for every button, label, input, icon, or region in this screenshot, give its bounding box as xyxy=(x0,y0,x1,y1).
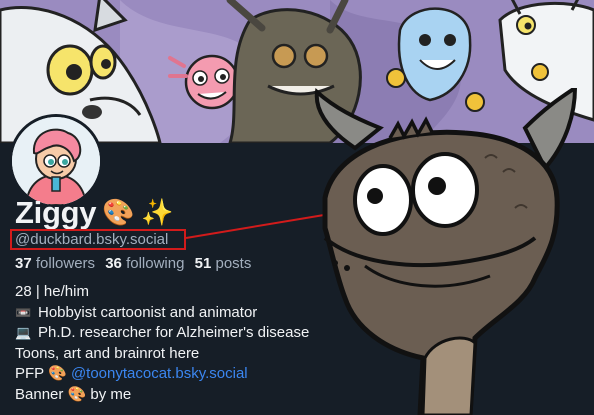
bio-prefix: Banner xyxy=(15,385,64,403)
name-emojis: 🎨 ✨ xyxy=(102,197,174,227)
display-name: Ziggy 🎨 ✨ xyxy=(15,194,174,231)
bio-line: PFP 🎨 @toonytacocat.bsky.social xyxy=(15,364,309,385)
palette-icon: 🎨 xyxy=(67,385,87,403)
bio-prefix: PFP xyxy=(15,365,44,382)
bio-line: 📼 Hobbyist cartoonist and animator xyxy=(15,303,309,324)
bio-line: Toons, art and brainrot here xyxy=(15,344,200,362)
following-label: following xyxy=(126,255,185,272)
bio-suffix: by me xyxy=(90,385,132,403)
laptop-icon: 💻 xyxy=(15,325,32,340)
following-link[interactable]: 36 following xyxy=(105,255,184,272)
bio-line-text: Ph.D. researcher for Alzheimer's disease xyxy=(38,324,310,341)
posts-stat: 51 posts xyxy=(195,255,252,272)
bio-line: 28 | he/him xyxy=(15,283,89,300)
bio-line: Banner 🎨 by me xyxy=(15,385,309,406)
profile-stats: 37 followers 36 following 51 posts xyxy=(15,254,251,274)
display-name-text: Ziggy xyxy=(15,195,97,230)
profile-handle[interactable]: @duckbard.bsky.social xyxy=(15,230,168,249)
followers-label: followers xyxy=(35,255,96,272)
followers-link[interactable]: 37 followers xyxy=(15,255,95,272)
bio-line-text: Hobbyist cartoonist and animator xyxy=(38,303,258,321)
videocassette-icon: 📼 xyxy=(15,304,32,320)
posts-count: 51 xyxy=(194,255,212,272)
following-count: 36 xyxy=(105,255,122,272)
bio-line: 💻 Ph.D. researcher for Alzheimer's diseas… xyxy=(15,323,309,344)
posts-label: posts xyxy=(215,255,252,272)
creature-sticker xyxy=(295,88,594,415)
profile-bio: 28 | he/him 📼 Hobbyist cartoonist and ani… xyxy=(15,282,309,405)
avatar-illustration xyxy=(12,117,100,205)
pfp-artist-link[interactable]: @toonytacocat.bsky.social xyxy=(71,365,248,382)
creature-illustration xyxy=(314,88,578,415)
followers-count: 37 xyxy=(15,255,32,272)
palette-icon: 🎨 xyxy=(48,365,67,382)
